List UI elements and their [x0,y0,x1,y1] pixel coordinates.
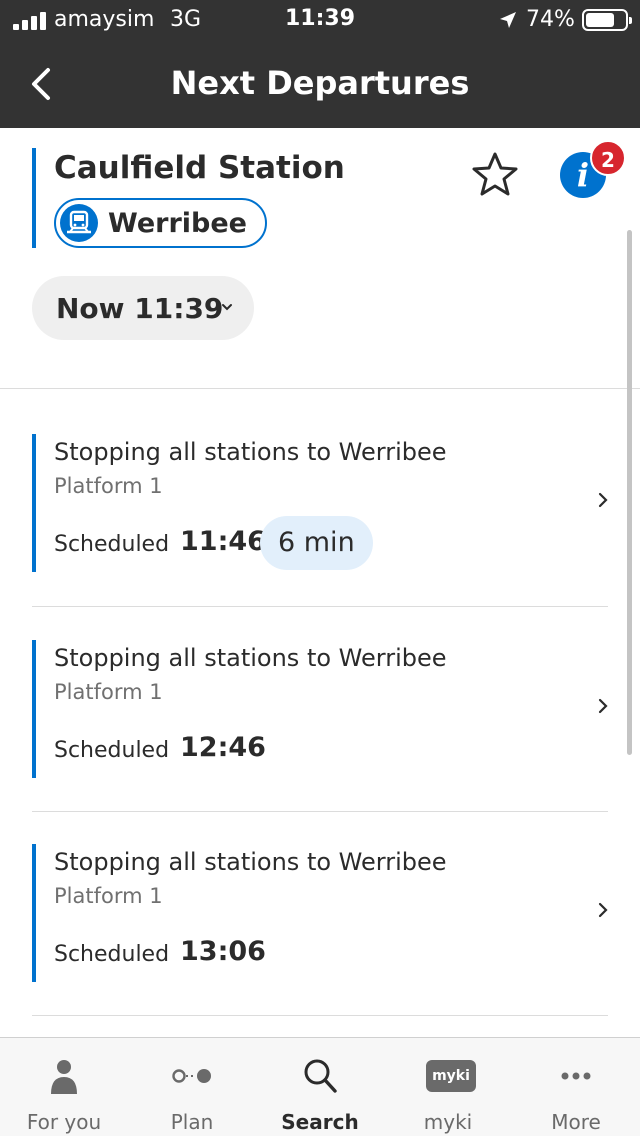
battery-icon [582,9,632,31]
tab-label: Search [281,1110,359,1134]
departure-row[interactable]: Stopping all stations to Werribee Platfo… [32,640,608,778]
scheduled-label: Scheduled [54,532,170,557]
battery-percent: 74% [526,7,575,32]
departure-row[interactable]: Stopping all stations to Werribee Platfo… [32,434,608,572]
departure-destination: Stopping all stations to Werribee [54,848,447,876]
departure-accent-bar [32,434,36,572]
scrollbar[interactable] [627,230,632,755]
scheduled-label: Scheduled [54,942,170,967]
tab-label: Plan [170,1110,214,1134]
tab-plan[interactable]: Plan [128,1038,256,1136]
more-icon [561,1072,591,1080]
tab-search[interactable]: Search [256,1038,384,1136]
search-icon [304,1059,337,1093]
location-arrow-icon [500,12,516,28]
departure-platform: Platform 1 [54,884,163,908]
departure-platform: Platform 1 [54,680,163,704]
train-icon [60,204,98,242]
scheduled-label: Scheduled [54,738,170,763]
tab-myki[interactable]: myki myki [384,1038,512,1136]
countdown-badge: 6 min [260,516,373,570]
departure-accent-bar [32,844,36,982]
tab-label: For you [26,1110,102,1134]
route-label: Werribee [108,207,247,239]
departure-platform: Platform 1 [54,474,163,498]
row-divider [32,811,608,812]
departure-destination: Stopping all stations to Werribee [54,644,447,672]
favourite-button[interactable] [470,150,520,200]
tab-label: More [551,1110,601,1134]
section-divider [0,388,640,389]
departure-row[interactable]: Stopping all stations to Werribee Platfo… [32,844,608,982]
chevron-right-icon [598,492,608,508]
station-name: Caulfield Station [54,150,345,186]
tab-more[interactable]: More [512,1038,640,1136]
row-divider [32,1015,608,1016]
tab-for-you[interactable]: For you [0,1038,128,1136]
chevron-down-icon [222,304,232,311]
departure-destination: Stopping all stations to Werribee [54,438,447,466]
chevron-right-icon [598,902,608,918]
departure-time-selector[interactable]: Now 11:39 [32,276,254,340]
page-title: Next Departures [170,64,470,102]
star-icon [472,152,518,196]
top-bar: amaysim 3G 11:39 74% Next Departures [0,0,640,128]
route-badge[interactable]: Werribee [54,198,267,248]
row-divider [32,606,608,607]
alerts-count-badge: 2 [590,140,626,176]
journey-icon [172,1069,211,1083]
person-icon [51,1060,77,1094]
departure-time-label: Now 11:39 [56,291,224,325]
departure-time: 11:46 [180,526,266,557]
status-bar: amaysim 3G 11:39 74% [0,0,640,42]
tab-bar: For you Plan Search myki myki More [0,1037,640,1136]
myki-card-icon: myki [426,1060,476,1092]
station-accent-bar [32,148,36,248]
departure-accent-bar [32,640,36,778]
tab-label: myki [423,1110,473,1134]
chevron-right-icon [598,698,608,714]
departure-time: 12:46 [180,732,266,763]
departure-time: 13:06 [180,936,266,967]
